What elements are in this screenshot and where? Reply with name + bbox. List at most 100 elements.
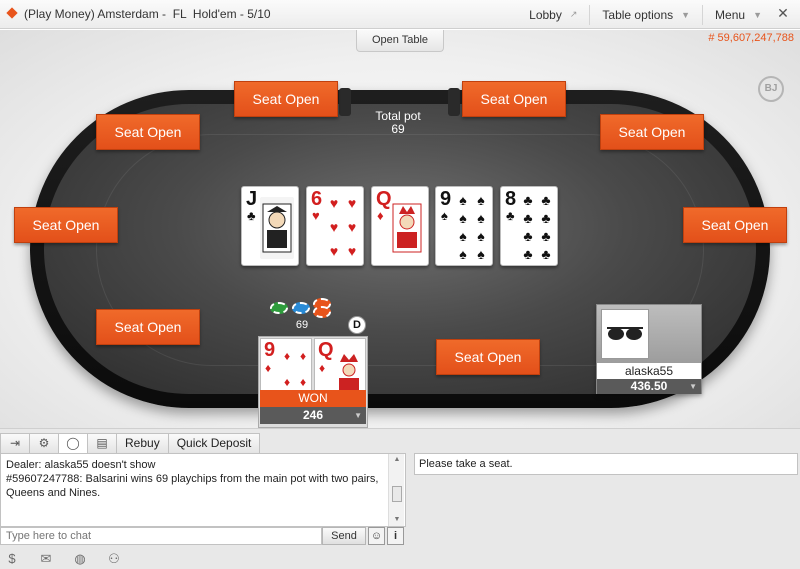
top-menu: Lobby ↗ Table options ▼ Menu ▼ — [517, 0, 774, 29]
partypoker-logo-icon — [6, 8, 18, 20]
player-stack: 436.50 ▼ — [597, 379, 701, 394]
seat-open-button[interactable]: Seat Open — [436, 339, 540, 375]
club-icon: ♣ — [506, 208, 515, 223]
table-options-label: Table options — [602, 7, 674, 22]
title-bar: (Play Money) Amsterdam - FL Hold'em - 5/… — [0, 0, 800, 29]
queen-face-icon — [390, 197, 424, 259]
spade-pips-icon: ♠ ♠ ♠ ♠ ♠ ♠ ♠ ♠ — [459, 192, 485, 262]
seat-open-button[interactable]: Seat Open — [14, 207, 118, 243]
chat-line: #59607247788: Balsarini wins 69 playchip… — [6, 473, 379, 499]
bottom-panel: ⇥ ⚙ ◯ ▤ Rebuy Quick Deposit Dealer: alas… — [0, 428, 800, 569]
chevron-down-icon: ▼ — [689, 382, 697, 391]
friends-icon[interactable]: ⚇ — [106, 551, 122, 567]
total-pot-amount: 69 — [391, 122, 405, 136]
window-title: (Play Money) Amsterdam - FL Hold'em - 5/… — [24, 7, 271, 21]
send-button[interactable]: Send — [322, 527, 366, 545]
card-rank: 9 — [264, 339, 276, 361]
club-pips-icon: ♣ ♣ ♣ ♣ ♣ ♣ ♣ ♣ — [523, 192, 551, 262]
chat-tabs: ⇥ ⚙ ◯ ▤ Rebuy Quick Deposit — [0, 433, 261, 453]
scroll-down-icon[interactable]: ▼ — [392, 516, 402, 523]
chat-bubble-icon: ◯ — [66, 436, 80, 450]
seat-open-button[interactable]: Seat Open — [683, 207, 787, 243]
exit-tab[interactable]: ⇥ — [0, 433, 30, 453]
hand-number: # 59,607,247,788 — [708, 32, 794, 44]
hero-stack[interactable]: 246 ▼ — [260, 407, 366, 424]
jack-face-icon — [260, 197, 294, 259]
card-rank: J — [246, 188, 258, 210]
sunglasses-icon — [607, 327, 643, 340]
close-icon[interactable]: ✕ — [776, 6, 790, 20]
player-seat[interactable]: alaska55 436.50 ▼ — [596, 304, 702, 394]
notes-tab[interactable]: ▤ — [87, 433, 117, 453]
main-menu[interactable]: Menu ▼ — [702, 4, 774, 25]
mail-icon[interactable]: ✉ — [38, 551, 54, 567]
card-rank: 9 — [440, 188, 452, 210]
chevron-down-icon: ▼ — [753, 9, 762, 20]
diamond-icon: ♦ — [265, 361, 272, 375]
dealer-button: D — [348, 316, 366, 334]
chat-scrollbar[interactable]: ▲ ▼ — [388, 454, 404, 526]
avatar — [601, 309, 649, 359]
chat-line: Dealer: alaska55 doesn't show — [6, 459, 156, 471]
notes-icon: ▤ — [96, 436, 108, 450]
blue-chip-icon — [292, 302, 310, 314]
queen-face-icon — [333, 349, 365, 395]
chat-input[interactable] — [0, 527, 322, 545]
menu-label: Menu — [715, 7, 746, 22]
info-button[interactable]: i — [387, 527, 404, 545]
emoji-button[interactable]: ☺ — [368, 527, 385, 545]
globe-icon[interactable]: ◍ — [72, 551, 88, 567]
card-rank: 6 — [311, 188, 323, 210]
diamond-icon: ♦ — [319, 361, 326, 375]
seat-open-button[interactable]: Seat Open — [600, 114, 704, 150]
green-chip-icon — [270, 302, 288, 314]
table-options-menu[interactable]: Table options ▼ — [589, 4, 702, 25]
diamond-pips-icon: ♦ ♦ ♦ ♦ — [283, 349, 307, 389]
board-card: 6 ♥ ♥ ♥ ♥ ♥ ♥ ♥ — [306, 186, 364, 266]
hero-card: 9 ♦ ♦ ♦ ♦ ♦ — [260, 338, 312, 396]
card-rank: Q — [318, 339, 334, 361]
hero-card: Q ♦ — [314, 338, 366, 396]
seat-open-button[interactable]: Seat Open — [234, 81, 338, 117]
lobby-menu[interactable]: Lobby ↗ — [517, 5, 589, 25]
chat-log: Dealer: alaska55 doesn't show #596072477… — [0, 453, 406, 527]
board-card: 8 ♣ ♣ ♣ ♣ ♣ ♣ ♣ ♣ ♣ — [500, 186, 558, 266]
card-rank: 8 — [505, 188, 517, 210]
rebuy-tab[interactable]: Rebuy — [116, 433, 169, 453]
seat-peg — [339, 88, 351, 116]
dealer-message-box: Please take a seat. — [414, 453, 798, 475]
external-arrow-icon: ↗ — [569, 9, 578, 19]
heart-icon: ♥ — [312, 208, 320, 223]
scroll-up-icon[interactable]: ▲ — [392, 456, 402, 463]
gear-icon: ⚙ — [38, 436, 50, 450]
settings-tab[interactable]: ⚙ — [29, 433, 59, 453]
total-pot: Total pot 69 — [360, 110, 436, 136]
hero-stack-amount: 246 — [302, 408, 324, 422]
quick-deposit-tab[interactable]: Quick Deposit — [167, 433, 261, 453]
lobby-label: Lobby — [529, 7, 562, 22]
open-table-tab[interactable]: Open Table — [356, 30, 444, 52]
exit-icon: ⇥ — [9, 436, 21, 450]
hero-status-badge: WON — [260, 390, 366, 407]
heart-pips-icon: ♥ ♥ ♥ ♥ ♥ ♥ — [329, 195, 357, 259]
chat-tab[interactable]: ◯ — [58, 433, 88, 453]
club-icon: ♣ — [247, 208, 256, 223]
bet-amount: 69 — [295, 319, 309, 331]
player-name: alaska55 — [597, 363, 701, 379]
seat-open-button[interactable]: Seat Open — [96, 114, 200, 150]
dollar-icon[interactable]: $ — [4, 551, 20, 567]
board-card: 9 ♠ ♠ ♠ ♠ ♠ ♠ ♠ ♠ ♠ — [435, 186, 493, 266]
board-card: J ♣ — [241, 186, 299, 266]
chevron-down-icon: ▼ — [354, 411, 362, 420]
bj-logo-icon: BJ — [758, 76, 784, 102]
footer-toolbar: $ ✉ ◍ ⚇ — [0, 547, 800, 569]
orange-chip-icon — [313, 306, 331, 318]
seat-open-button[interactable]: Seat Open — [462, 81, 566, 117]
scroll-thumb[interactable] — [392, 486, 402, 502]
seat-open-button[interactable]: Seat Open — [96, 309, 200, 345]
spade-icon: ♠ — [441, 208, 448, 223]
seat-peg — [448, 88, 460, 116]
chevron-down-icon: ▼ — [681, 9, 691, 20]
player-stack-amount: 436.50 — [630, 379, 668, 393]
diamond-icon: ♦ — [377, 208, 384, 223]
